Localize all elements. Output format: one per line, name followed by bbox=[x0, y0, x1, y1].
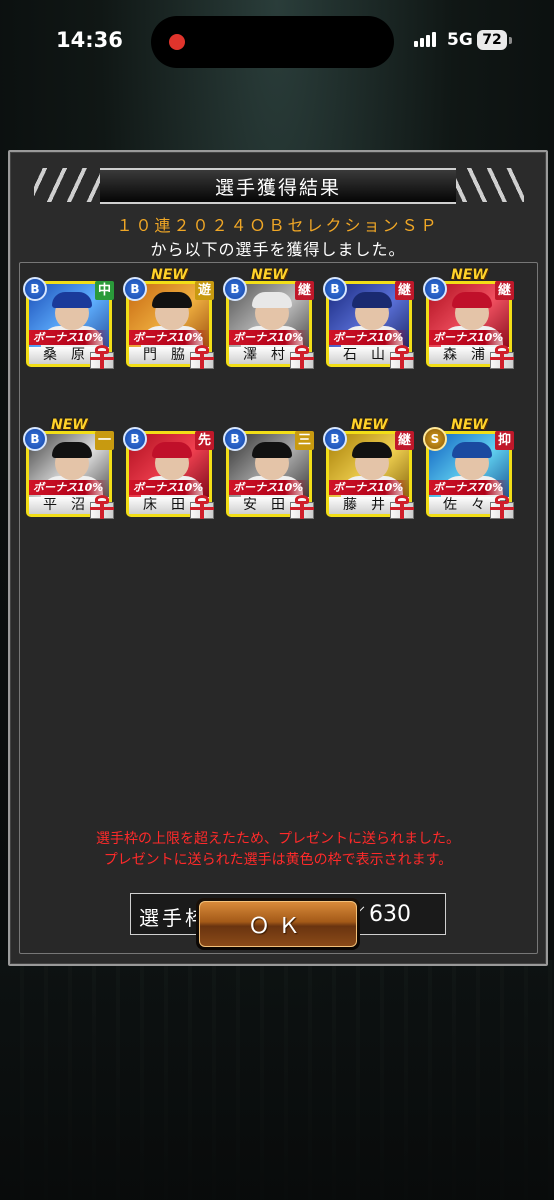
gift-icon bbox=[489, 345, 515, 369]
new-badge: NEW bbox=[251, 267, 288, 283]
warning-line-1: 選手枠の上限を超えたため、プレゼントに送られました。 bbox=[96, 831, 460, 847]
player-card[interactable]: ボーナス70%佐々木S抑NEW bbox=[423, 417, 515, 521]
gift-icon bbox=[289, 495, 315, 519]
player-card[interactable]: ボーナス10% 平沼 B 一 NEW bbox=[23, 417, 115, 521]
position-badge: 三 bbox=[295, 431, 314, 450]
bonus-label: ボーナス70% bbox=[429, 480, 509, 495]
bonus-label: ボーナス10% bbox=[229, 330, 309, 345]
gift-icon bbox=[189, 345, 215, 369]
player-card[interactable]: ボーナス10% 安田 B 三 bbox=[223, 425, 315, 521]
position-badge: 先 bbox=[195, 431, 214, 450]
rank-badge-icon: B bbox=[323, 277, 347, 301]
new-badge: NEW bbox=[351, 417, 388, 433]
gift-icon bbox=[89, 495, 115, 519]
bonus-label: ボーナス10% bbox=[129, 480, 209, 495]
rank-badge-icon: B bbox=[123, 277, 147, 301]
bonus-label: ボーナス10% bbox=[329, 480, 409, 495]
position-badge: 継 bbox=[395, 431, 414, 450]
bonus-label: ボーナス10% bbox=[29, 330, 109, 345]
rank-badge-icon: B bbox=[123, 427, 147, 451]
rank-badge-icon: B bbox=[223, 277, 247, 301]
battery-icon: 72 bbox=[477, 30, 507, 50]
ok-button-label: ＯＫ bbox=[199, 901, 357, 947]
new-badge: NEW bbox=[451, 417, 488, 433]
player-card[interactable]: ボーナス10% 澤村 B 継 NEW bbox=[223, 267, 315, 371]
bonus-label: ボーナス10% bbox=[429, 330, 509, 345]
gift-icon bbox=[489, 495, 515, 519]
player-card[interactable]: ボーナス10% 石山 B 継 bbox=[323, 275, 415, 371]
gift-icon bbox=[389, 345, 415, 369]
slot-max: 630 bbox=[369, 902, 411, 927]
bonus-label: ボーナス10% bbox=[229, 480, 309, 495]
position-badge: 中 bbox=[95, 281, 114, 300]
result-message: から以下の選手を獲得しました。 bbox=[150, 240, 406, 259]
player-card[interactable]: ボーナス10% 森浦 B 継 NEW bbox=[423, 267, 515, 371]
gacha-name: １０連２０２４ＯＢセレクションＳＰ bbox=[116, 216, 440, 235]
bonus-label: ボーナス10% bbox=[29, 480, 109, 495]
gift-icon bbox=[189, 495, 215, 519]
dialog-title: 選手獲得結果 bbox=[214, 176, 341, 199]
warning-line-2: プレゼントに送られた選手は黄色の枠で表示されます。 bbox=[103, 852, 453, 868]
position-badge: 遊 bbox=[195, 281, 214, 300]
rank-badge-icon: S bbox=[423, 427, 447, 451]
bonus-label: ボーナス10% bbox=[129, 330, 209, 345]
signal-icon bbox=[414, 32, 436, 47]
ok-button[interactable]: ＯＫ bbox=[196, 898, 360, 950]
gift-icon bbox=[89, 345, 115, 369]
new-badge: NEW bbox=[51, 417, 88, 433]
status-time: 14:36 bbox=[56, 28, 123, 52]
position-badge: 継 bbox=[295, 281, 314, 300]
position-badge: 継 bbox=[395, 281, 414, 300]
player-card[interactable]: ボーナス10% 桑原 B 中 bbox=[23, 275, 115, 371]
rank-badge-icon: B bbox=[23, 427, 47, 451]
player-card[interactable]: ボーナス10% 門脇 B 遊 NEW bbox=[123, 267, 215, 371]
rank-badge-icon: B bbox=[223, 427, 247, 451]
dynamic-island bbox=[151, 16, 394, 68]
rank-badge-icon: B bbox=[323, 427, 347, 451]
result-dialog: 選手獲得結果 １０連２０２４ＯＢセレクションＳＰ から以下の選手を獲得しました。… bbox=[8, 150, 548, 966]
header-decoration-left bbox=[34, 168, 104, 202]
new-badge: NEW bbox=[151, 267, 188, 283]
gift-icon bbox=[289, 345, 315, 369]
header-decoration-right bbox=[454, 168, 524, 202]
rank-badge-icon: B bbox=[423, 277, 447, 301]
status-bar: 14:36 5G 72 bbox=[0, 0, 554, 86]
rank-badge-icon: B bbox=[23, 277, 47, 301]
player-card[interactable]: ボーナス10% 藤井 B 継 NEW bbox=[323, 417, 415, 521]
position-badge: 一 bbox=[95, 431, 114, 450]
position-badge: 継 bbox=[495, 281, 514, 300]
network-type: 5G bbox=[447, 30, 473, 50]
bonus-label: ボーナス10% bbox=[329, 330, 409, 345]
gift-icon bbox=[389, 495, 415, 519]
recording-icon bbox=[169, 34, 185, 50]
dialog-header: 選手獲得結果 bbox=[100, 168, 456, 204]
player-card[interactable]: ボーナス10% 床田 B 先 bbox=[123, 425, 215, 521]
new-badge: NEW bbox=[451, 267, 488, 283]
position-badge: 抑 bbox=[495, 431, 514, 450]
